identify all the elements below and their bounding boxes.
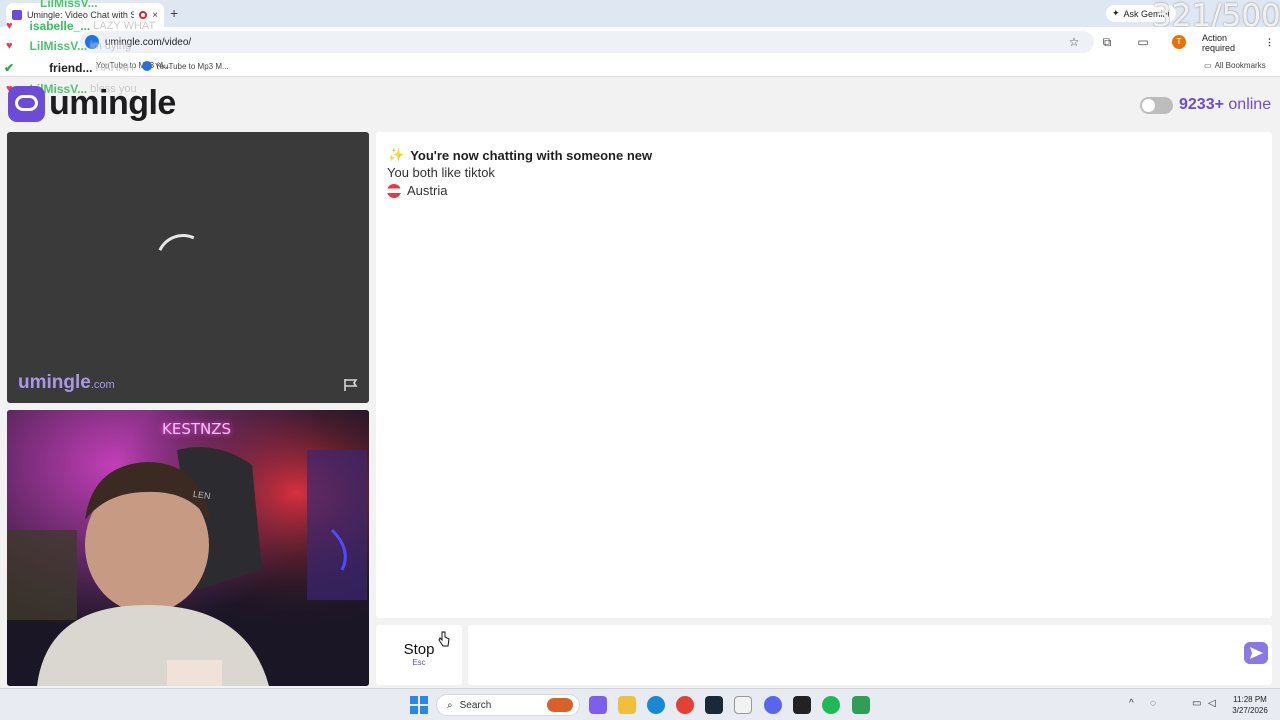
- interests-text: You both like tiktok: [387, 165, 495, 180]
- copilot-icon[interactable]: [589, 696, 607, 714]
- stranger-video: umingle.com: [7, 132, 369, 403]
- chevron-up-icon[interactable]: ^: [1129, 698, 1134, 709]
- all-bookmarks-button[interactable]: ▭ All Bookmarks: [1204, 61, 1266, 70]
- bookmark-item[interactable]: YouTube to Mp3 M...: [142, 61, 229, 71]
- bookmark-label: YouTube to Mp3 M...: [155, 61, 229, 71]
- clock-date: 3/27/2026: [1232, 706, 1268, 715]
- store-icon[interactable]: [734, 696, 752, 714]
- stop-shortcut: Esc: [412, 658, 426, 667]
- profile-avatar[interactable]: T: [1172, 35, 1186, 49]
- windows-start-icon[interactable]: [410, 696, 428, 714]
- umingle-logo-icon[interactable]: [8, 86, 45, 122]
- edge-icon[interactable]: [647, 696, 665, 714]
- browser-toolbar: umingle.com/video/ ☆ ⧉ ▭ T Action requir…: [0, 27, 1280, 57]
- overlay-username: isabelle_...: [29, 19, 91, 33]
- overlay-chat-line: ✔ friend... HAHAH: [4, 61, 134, 75]
- globe-icon: [142, 61, 152, 71]
- epic-games-icon[interactable]: [793, 696, 811, 714]
- cast-icon[interactable]: ▭: [1136, 35, 1150, 49]
- taskbar-search[interactable]: ⌕ Search: [436, 694, 580, 716]
- recording-icon: [139, 11, 148, 19]
- overlay-message: HAHAH: [95, 62, 134, 74]
- action-required-button[interactable]: Action required ⋮: [1196, 32, 1280, 53]
- overlay-chat-line: ♥ isabelle_... LAZY WHAT: [6, 19, 155, 33]
- webcam-feed: [7, 410, 369, 686]
- display-icon[interactable]: ▭: [1192, 698, 1201, 709]
- discord-icon[interactable]: [764, 696, 782, 714]
- send-button[interactable]: [1244, 642, 1268, 664]
- overlay-username: LilMissV...: [29, 39, 88, 53]
- heart-icon: ♥: [6, 20, 13, 32]
- watermark-text: umingle: [18, 372, 91, 393]
- new-stranger-text: You're now chatting with someone new: [410, 147, 653, 163]
- all-bookmarks-label: All Bookmarks: [1214, 61, 1266, 70]
- system-message: ✨ You're now chatting with someone new: [388, 147, 652, 163]
- extensions-icon[interactable]: ⧉: [1100, 35, 1114, 49]
- steam-icon[interactable]: [705, 696, 723, 714]
- spotify-icon[interactable]: [822, 696, 840, 714]
- taskbar: ⌕ Search ^ ◌ ▭ ◁ 11:28 PM 3/27/2026: [0, 688, 1280, 720]
- search-icon: ⌕: [447, 699, 453, 711]
- new-tab-button[interactable]: +: [170, 5, 178, 21]
- overlay-message: im dying: [90, 40, 132, 52]
- checkmark-badge-icon: ✔: [4, 61, 15, 75]
- search-highlight-icon: [547, 698, 573, 712]
- overlay-username: friend...: [49, 61, 93, 75]
- hand-cursor-icon: [438, 631, 450, 647]
- network-icon[interactable]: ◌: [1150, 698, 1156, 709]
- online-count: 9233+ online: [1179, 96, 1271, 114]
- bookmark-star-icon[interactable]: ☆: [1067, 35, 1081, 49]
- heart-icon: ♥: [6, 40, 13, 52]
- bookmarks-bar: YouTube to Mp3 (4... YouTube to Mp3 M...…: [0, 57, 1280, 77]
- menu-kebab-icon[interactable]: ⋮: [1265, 37, 1274, 48]
- browser-tab-strip: Umingle: Video Chat with S... × + ✦ Ask …: [0, 0, 1280, 34]
- chrome-icon[interactable]: [676, 696, 694, 714]
- country-info: Austria: [387, 183, 447, 198]
- system-clock[interactable]: 11:28 PM 3/27/2026: [1226, 694, 1274, 716]
- clock-time: 11:28 PM: [1233, 695, 1267, 704]
- watermark-suffix: .com: [90, 379, 115, 391]
- chat-log: ✨ You're now chatting with someone new Y…: [376, 132, 1272, 618]
- overlay-username: LilMissV...: [40, 0, 98, 10]
- self-webcam-video: KESTNZS LEN: [7, 410, 369, 686]
- overlay-message: LAZY WHAT: [93, 20, 156, 32]
- address-bar[interactable]: [80, 31, 1094, 53]
- sparkles-icon: ✨: [388, 147, 405, 162]
- country-name: Austria: [407, 183, 448, 198]
- neon-sign: KESTNZS: [162, 420, 232, 438]
- loading-spinner-icon: [148, 226, 218, 296]
- overlay-chat-line: LilMissV...: [40, 0, 98, 10]
- austria-flag-icon: [387, 183, 401, 198]
- online-number: 9233+: [1179, 96, 1224, 113]
- site-logo[interactable]: umingle: [49, 84, 176, 123]
- report-flag-icon[interactable]: [343, 378, 359, 392]
- file-explorer-icon[interactable]: [618, 696, 636, 714]
- message-input[interactable]: [468, 625, 1272, 685]
- sparkle-icon: ✦: [1112, 8, 1120, 18]
- action-required-label: Action required: [1202, 32, 1236, 53]
- video-watermark: umingle.com: [18, 372, 115, 394]
- overlay-chat-line: ♥ LilMissV... im dying: [6, 39, 131, 53]
- folder-icon: ▭: [1204, 61, 1212, 70]
- taskbar-search-label: Search: [459, 699, 492, 711]
- volume-icon[interactable]: ◁: [1208, 698, 1216, 709]
- app-icon[interactable]: [852, 696, 870, 714]
- online-label: online: [1228, 96, 1272, 113]
- theme-toggle[interactable]: [1140, 97, 1173, 114]
